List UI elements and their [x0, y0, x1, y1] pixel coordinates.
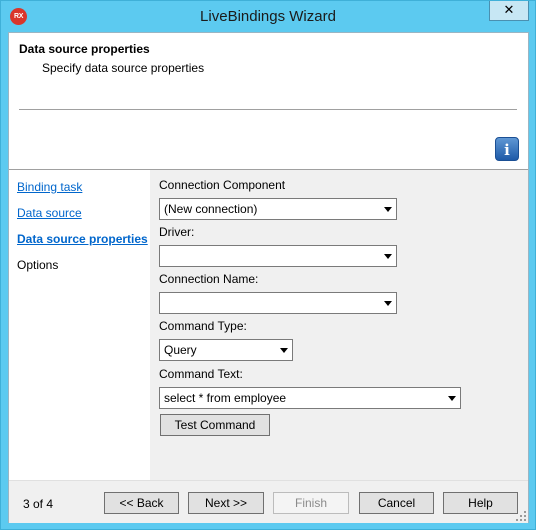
wizard-footer: 3 of 4 << Back Next >> Finish Cancel Hel…: [9, 480, 528, 523]
command-text-value: select * from employee: [164, 391, 287, 405]
info-icon[interactable]: [495, 137, 519, 161]
nav-item-binding-task[interactable]: Binding task: [17, 180, 82, 194]
chevron-down-icon[interactable]: [448, 396, 456, 401]
resize-grip-icon[interactable]: [516, 511, 526, 521]
header-separator: [19, 109, 517, 111]
command-type-select[interactable]: Query: [159, 339, 293, 361]
command-type-value: Query: [164, 343, 197, 357]
cancel-button[interactable]: Cancel: [359, 492, 434, 514]
connection-name-label: Connection Name:: [159, 272, 259, 286]
nav-item-data-source-properties[interactable]: Data source properties: [17, 232, 148, 246]
page-subtitle: Specify data source properties: [42, 61, 205, 75]
test-command-button[interactable]: Test Command: [160, 414, 270, 436]
connection-component-value: (New connection): [164, 202, 258, 216]
page-counter: 3 of 4: [23, 497, 54, 511]
command-text-select[interactable]: select * from employee: [159, 387, 461, 409]
connection-component-select[interactable]: (New connection): [159, 198, 397, 220]
help-button[interactable]: Help: [443, 492, 518, 514]
window-title: LiveBindings Wizard: [200, 8, 336, 25]
chevron-down-icon[interactable]: [384, 254, 392, 259]
wizard-window: RX LiveBindings Wizard ✕ Data source pro…: [0, 0, 536, 530]
finish-button: Finish: [273, 492, 349, 514]
nav-item-options: Options: [17, 258, 59, 272]
nav-item-data-source[interactable]: Data source: [17, 206, 82, 220]
driver-select[interactable]: [159, 245, 397, 267]
connection-component-label: Connection Component: [159, 178, 286, 192]
wizard-client-area: Data source properties Specify data sour…: [8, 32, 529, 523]
chevron-down-icon[interactable]: [384, 301, 392, 306]
title-bar[interactable]: RX LiveBindings Wizard ✕: [1, 1, 535, 32]
connection-name-select[interactable]: [159, 292, 397, 314]
page-title: Data source properties: [19, 42, 150, 56]
chevron-down-icon[interactable]: [280, 348, 288, 353]
command-text-label: Command Text:: [159, 367, 243, 381]
wizard-steps-nav: Binding task Data source Data source pro…: [9, 170, 150, 480]
close-button[interactable]: ✕: [489, 1, 529, 21]
chevron-down-icon[interactable]: [384, 207, 392, 212]
properties-panel: Connection Component (New connection) Dr…: [150, 170, 528, 480]
command-type-label: Command Type:: [159, 319, 247, 333]
next-button[interactable]: Next >>: [188, 492, 264, 514]
driver-label: Driver:: [159, 225, 195, 239]
back-button[interactable]: << Back: [104, 492, 179, 514]
